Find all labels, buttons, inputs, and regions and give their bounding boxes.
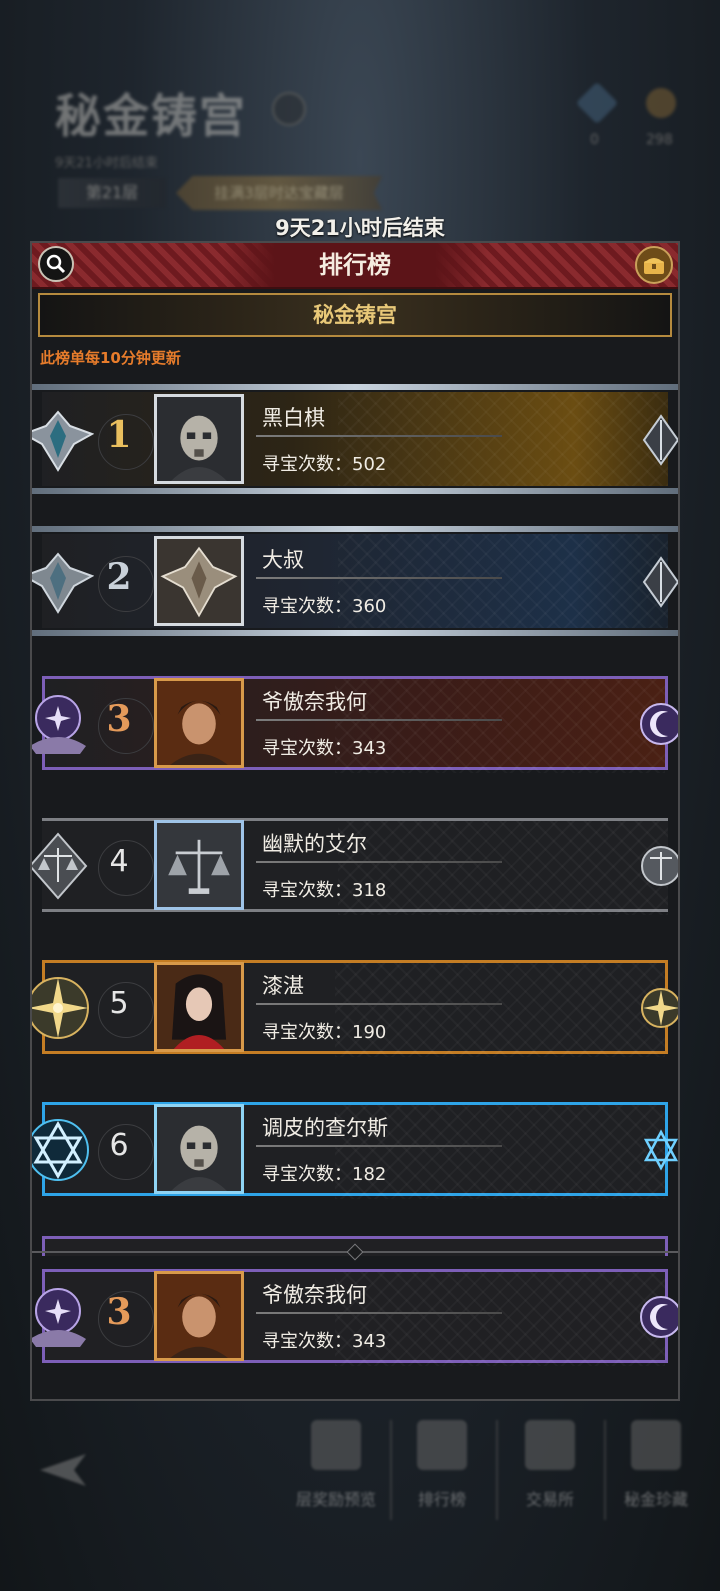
avatar[interactable] [154, 820, 244, 910]
leaderboard-row[interactable]: 4 幽默的艾尔 寻宝次数：318 [32, 806, 678, 924]
winged-crest-icon [32, 410, 94, 472]
crystal-orb-icon [32, 695, 86, 754]
avatar[interactable] [154, 962, 244, 1052]
rank-number: 3 [106, 698, 132, 740]
dungeon-banner-title: 秘金铸宫 [313, 303, 397, 327]
moon-icon [640, 703, 678, 745]
crest-portrait-icon [157, 539, 241, 623]
rank-number: 3 [106, 1291, 132, 1333]
score-text: 寻宝次数：502 [262, 454, 387, 475]
avatar[interactable] [154, 394, 244, 484]
reward-chest-button[interactable] [635, 246, 673, 284]
score-text: 寻宝次数：318 [262, 880, 387, 901]
player-name: 黑白棋 [262, 406, 325, 430]
end-time-text: 9天21小时后结束 [275, 216, 445, 240]
bottom-nav: 层奖励预览 排行榜 交易所 秘金珍藏 [0, 1410, 720, 1540]
warrior-portrait-icon [157, 681, 241, 765]
elf-portrait-icon [157, 965, 241, 1049]
leaderboard-row[interactable]: 6 调皮的查尔斯 寻宝次数：182 [32, 1090, 678, 1208]
my-rank-row[interactable]: 3 爷傲奈我何 寻宝次数：343 [32, 1257, 678, 1375]
hexagram-icon [32, 1119, 89, 1181]
background-layer: 秘金铸宫 9天21小时后结束 第21层 挂满3层时达宝藏层 0 298 [0, 0, 720, 240]
leaderboard-row[interactable]: 5 漆湛 寻宝次数：190 [32, 948, 678, 1066]
coin-icon [646, 88, 676, 118]
score-text: 寻宝次数：190 [262, 1022, 387, 1043]
currency-1-value: 0 [590, 132, 599, 148]
player-name: 爷傲奈我何 [262, 1283, 367, 1307]
sword-crest-icon [642, 556, 678, 608]
trophy-icon [417, 1420, 467, 1470]
avatar[interactable] [154, 1271, 244, 1361]
avatar[interactable] [154, 536, 244, 626]
compass-star-icon [32, 977, 89, 1039]
tent-icon [525, 1420, 575, 1470]
score-text: 寻宝次数：182 [262, 1164, 387, 1185]
player-name: 大叔 [262, 548, 304, 572]
search-icon [272, 92, 306, 126]
skull-portrait-icon [157, 1107, 241, 1191]
leaderboard-panel: 排行榜 秘金铸宫 此榜单每10分钟更新 1 黑白棋 寻宝次数：502 2 大叔 … [30, 241, 680, 1401]
dungeon-banner: 秘金铸宫 [38, 293, 672, 337]
skull-portrait-icon [157, 397, 241, 481]
player-name: 幽默的艾尔 [262, 832, 367, 856]
score-text: 寻宝次数：343 [262, 1331, 387, 1352]
search-button[interactable] [38, 246, 74, 282]
back-arrow-icon[interactable] [36, 1450, 90, 1490]
nav-exchange[interactable]: 交易所 [500, 1420, 600, 1510]
nav-treasures[interactable]: 秘金珍藏 [606, 1420, 706, 1510]
star-icon [643, 1129, 678, 1171]
dungeon-subtitle: 9天21小时后结束 [55, 156, 158, 171]
leaderboard-row[interactable]: 3 爷傲奈我何 寻宝次数：343 [32, 664, 678, 782]
compass-icon [641, 988, 678, 1028]
currency-2-value: 298 [646, 132, 673, 148]
chest-icon [644, 258, 664, 274]
sword-crest-icon [642, 414, 678, 466]
search-icon [46, 254, 66, 274]
rank-number: 5 [109, 986, 129, 1021]
scales-portrait-icon [157, 823, 241, 907]
moon-icon [640, 1296, 678, 1338]
score-text: 寻宝次数：360 [262, 596, 387, 617]
score-text: 寻宝次数：343 [262, 738, 387, 759]
leaderboard-row[interactable]: 2 大叔 寻宝次数：360 [32, 522, 678, 640]
scales-icon [641, 846, 678, 886]
rank-number: 4 [109, 844, 129, 879]
leaderboard-header: 排行榜 [32, 243, 678, 289]
scales-crest-icon [32, 832, 88, 900]
winged-crest-icon [32, 552, 94, 614]
nav-floor-rewards[interactable]: 层奖励预览 [286, 1420, 386, 1510]
rank-number: 2 [106, 556, 132, 598]
refresh-note: 此榜单每10分钟更新 [40, 349, 181, 367]
player-name: 爷傲奈我何 [262, 690, 367, 714]
warrior-portrait-icon [157, 1274, 241, 1358]
avatar[interactable] [154, 678, 244, 768]
nav-leaderboard[interactable]: 排行榜 [392, 1420, 492, 1510]
player-name: 漆湛 [262, 974, 304, 998]
rank-number: 1 [106, 414, 132, 456]
dungeon-title: 秘金铸宫 [55, 89, 247, 143]
reward-hint: 挂满3层时达宝藏层 [176, 176, 382, 210]
crystal-icon [575, 81, 619, 125]
treasure-icon [631, 1420, 681, 1470]
leaderboard-row[interactable]: 1 黑白棋 寻宝次数：502 [32, 380, 678, 498]
rank-number: 6 [109, 1128, 129, 1163]
avatar[interactable] [154, 1104, 244, 1194]
floor-label: 第21层 [58, 178, 166, 208]
player-name: 调皮的查尔斯 [262, 1116, 388, 1140]
crystal-orb-icon [32, 1288, 86, 1347]
building-icon [311, 1420, 361, 1470]
leaderboard-title: 排行榜 [319, 251, 391, 279]
